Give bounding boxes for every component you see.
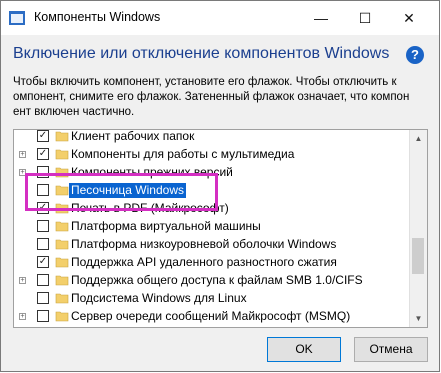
feature-checkbox[interactable]: [37, 292, 49, 304]
cancel-button[interactable]: Отмена: [354, 337, 428, 362]
feature-label: Поддержка общего доступа к файлам SMB 1.…: [71, 273, 363, 287]
folder-icon: [55, 149, 69, 160]
feature-checkbox[interactable]: [37, 184, 49, 196]
description-line: Чтобы включить компонент, установите его…: [13, 76, 397, 88]
folder-icon: [55, 203, 69, 214]
feature-label: Сервер очереди сообщений Майкрософт (MSM…: [71, 309, 351, 323]
window-title: Компоненты Windows: [34, 10, 161, 24]
title-bar[interactable]: Компоненты Windows — ☐ ✕: [1, 1, 439, 35]
feature-label: Платформа низкоуровневой оболочки Window…: [71, 237, 337, 251]
folder-icon: [55, 239, 69, 250]
feature-checkbox[interactable]: ✓: [37, 256, 49, 268]
feature-checkbox[interactable]: ✓: [37, 148, 49, 160]
scroll-down-icon[interactable]: ▼: [410, 310, 427, 327]
feature-row[interactable]: Подсистема Windows для Linux: [14, 290, 410, 308]
feature-label: Песочница Windows: [69, 183, 186, 198]
feature-row[interactable]: + Поддержка общего доступа к файлам SMB 1…: [14, 272, 410, 290]
description-line: омпонент, снимите его флажок. Затененный…: [13, 91, 410, 103]
feature-row[interactable]: ✓ Клиент рабочих папок: [14, 129, 410, 146]
folder-icon: [55, 311, 69, 322]
feature-checkbox[interactable]: [37, 310, 49, 322]
feature-checkbox[interactable]: [37, 238, 49, 250]
feature-label: Клиент рабочих папок: [71, 129, 195, 143]
feature-label: Подсистема Windows для Linux: [71, 291, 247, 305]
expand-icon[interactable]: +: [19, 313, 26, 320]
vertical-scrollbar[interactable]: ▲ ▼: [409, 130, 427, 327]
feature-checkbox[interactable]: [37, 166, 49, 178]
folder-icon: [55, 131, 69, 142]
feature-label: Платформа виртуальной машины: [71, 219, 261, 233]
feature-row[interactable]: Платформа низкоуровневой оболочки Window…: [14, 236, 410, 254]
folder-icon: [55, 275, 69, 286]
feature-label: Компоненты прежних версий: [71, 165, 233, 179]
close-button[interactable]: ✕: [387, 1, 431, 35]
feature-row[interactable]: Песочница Windows: [14, 182, 410, 200]
description-line: ент включен частично.: [13, 106, 135, 118]
feature-label: Компоненты для работы с мультимедиа: [71, 147, 295, 161]
feature-checkbox[interactable]: [37, 274, 49, 286]
windows-features-icon: [9, 11, 25, 25]
minimize-button[interactable]: —: [299, 1, 343, 35]
feature-checkbox[interactable]: ✓: [37, 130, 49, 142]
feature-row[interactable]: + Сервер очереди сообщений Майкрософт (MS…: [14, 308, 410, 326]
feature-checkbox[interactable]: [37, 220, 49, 232]
help-icon[interactable]: ?: [406, 46, 424, 64]
feature-row[interactable]: Платформа виртуальной машины: [14, 218, 410, 236]
folder-icon: [55, 185, 69, 196]
feature-row[interactable]: ✓ Печать в PDF (Майкрософт): [14, 200, 410, 218]
feature-label: Поддержка API удаленного разностного сжа…: [71, 255, 337, 269]
folder-icon: [55, 257, 69, 268]
maximize-button[interactable]: ☐: [343, 1, 387, 35]
feature-row[interactable]: + Компоненты прежних версий: [14, 164, 410, 182]
folder-icon: [55, 221, 69, 232]
feature-label: Печать в PDF (Майкрософт): [71, 201, 229, 215]
dialog-window: Компоненты Windows — ☐ ✕ Включение или о…: [0, 0, 440, 372]
expand-icon[interactable]: +: [19, 169, 26, 176]
expand-icon[interactable]: +: [19, 151, 26, 158]
page-title: Включение или отключение компонентов Win…: [13, 45, 390, 62]
scroll-up-icon[interactable]: ▲: [410, 130, 427, 147]
feature-checkbox[interactable]: ✓: [37, 202, 49, 214]
description-text: Чтобы включить компонент, установите его…: [13, 75, 421, 120]
feature-row[interactable]: + ✓ Компоненты для работы с мультимедиа: [14, 146, 410, 164]
feature-row[interactable]: ✓ Поддержка API удаленного разностного сж…: [14, 254, 410, 272]
folder-icon: [55, 293, 69, 304]
ok-button[interactable]: OK: [267, 337, 341, 362]
scroll-thumb[interactable]: [412, 238, 424, 274]
folder-icon: [55, 167, 69, 178]
expand-icon[interactable]: +: [19, 277, 26, 284]
features-tree[interactable]: + Сервер очереди сообщений Майкрософт (MS…: [13, 129, 428, 328]
